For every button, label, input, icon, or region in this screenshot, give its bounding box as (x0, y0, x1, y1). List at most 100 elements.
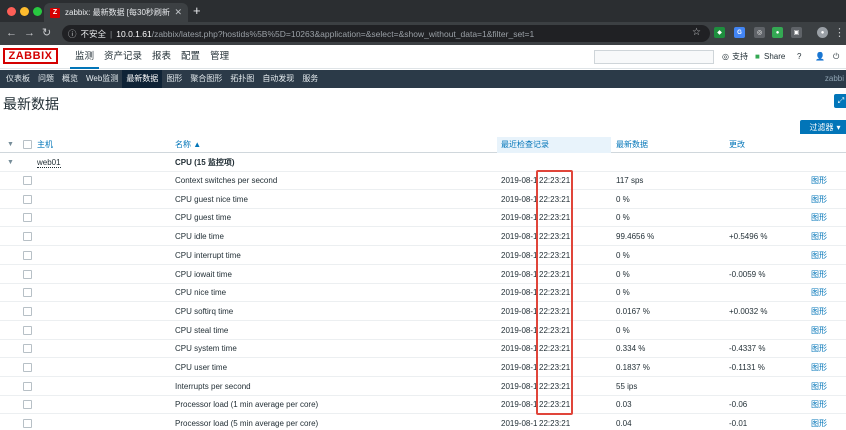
submenu-screens[interactable]: 聚合图形 (186, 70, 226, 88)
graph-link[interactable]: 图形 (811, 191, 827, 209)
maximize-window-button[interactable] (33, 7, 42, 16)
item-name: CPU system time (175, 344, 237, 354)
item-name: CPU interrupt time (175, 250, 241, 260)
close-window-button[interactable] (7, 7, 16, 16)
header-last-value[interactable]: 最新数据 (616, 137, 648, 153)
row-checkbox[interactable] (23, 306, 32, 316)
graph-link[interactable]: 图形 (811, 322, 827, 340)
browser-tab[interactable]: Z zabbix: 最新数据 [每30秒刷新一次] ✕ (44, 3, 188, 22)
profile-avatar-icon[interactable]: ● (817, 27, 828, 38)
row-checkbox[interactable] (23, 325, 32, 335)
bookmark-star-icon[interactable]: ☆ (692, 27, 701, 38)
row-checkbox[interactable] (23, 176, 32, 185)
reload-icon[interactable]: ↻ (42, 26, 51, 40)
row-checkbox[interactable] (23, 250, 32, 260)
header-name[interactable]: 名称 ▲ (175, 137, 201, 153)
row-checkbox[interactable] (23, 400, 32, 410)
row-checkbox[interactable] (23, 269, 32, 279)
submenu-discovery[interactable]: 自动发现 (258, 70, 298, 88)
graph-link[interactable]: 图形 (811, 340, 827, 358)
menu-inventory[interactable]: 资产记录 (99, 45, 147, 69)
table-row: CPU interrupt time 2019-08-1 22:23:21 0 % 图形 (0, 247, 846, 265)
table-row: CPU user time 2019-08-1 22:23:21 0.1837 % -0… (0, 359, 846, 377)
puzzle-extension-icon[interactable]: ▣ (791, 27, 802, 38)
graph-link[interactable]: 图形 (811, 172, 827, 190)
new-tab-icon[interactable]: + (193, 3, 201, 19)
evernote-extension-icon[interactable]: ● (772, 27, 783, 38)
graph-link[interactable]: 图形 (811, 266, 827, 284)
support-link[interactable]: 支持 (732, 50, 748, 64)
row-checkbox[interactable] (23, 213, 32, 223)
graph-link[interactable]: 图形 (811, 378, 827, 396)
row-checkbox[interactable] (23, 288, 32, 298)
graph-link[interactable]: 图形 (811, 209, 827, 227)
select-all-checkbox[interactable] (23, 140, 32, 149)
shield-extension-icon[interactable]: ◆ (714, 27, 725, 38)
graph-link[interactable]: 图形 (811, 284, 827, 302)
collapse-all-icon[interactable]: ▼ (7, 137, 14, 153)
power-icon[interactable]: ⏻ (833, 50, 839, 64)
collapse-group-icon[interactable]: ▼ (7, 154, 14, 172)
tab-close-icon[interactable]: ✕ (174, 7, 182, 18)
row-checkbox[interactable] (23, 363, 32, 372)
table-row: Processor load (1 min average per core) 2… (0, 396, 846, 415)
zabbix-logo[interactable]: ZABBIX (3, 48, 58, 64)
back-arrow-icon[interactable]: ← (6, 26, 17, 40)
submenu-problems[interactable]: 问题 (34, 70, 58, 88)
help-link[interactable]: ? (797, 50, 801, 64)
info-icon[interactable]: ⓘ (68, 28, 77, 40)
host-group-row: ▼ web01 CPU (15 监控项) (0, 154, 846, 172)
share-link[interactable]: Share (764, 50, 785, 64)
submenu-overview[interactable]: 概览 (58, 70, 82, 88)
graph-link[interactable]: 图形 (811, 228, 827, 246)
fullscreen-button[interactable]: ⤢ (834, 94, 846, 108)
header-change[interactable]: 更改 (729, 137, 745, 153)
forward-arrow-icon[interactable]: → (24, 26, 35, 40)
page-title: 最新数据 (3, 96, 59, 112)
browser-menu-icon[interactable]: ⋮ (834, 26, 845, 40)
url-separator: | (110, 28, 113, 39)
menu-monitoring[interactable]: 监测 (70, 45, 100, 69)
row-checkbox[interactable] (23, 232, 32, 242)
graph-link[interactable]: 图形 (811, 415, 827, 430)
host-link[interactable]: web01 (37, 154, 61, 172)
last-check-date: 2019-08-1 (501, 176, 538, 185)
submenu-latest-data[interactable]: 最新数据 (122, 70, 163, 88)
submenu-services[interactable]: 服务 (298, 70, 322, 88)
change-value: +0.5496 % (729, 232, 768, 242)
share-icon[interactable]: ■ (755, 50, 760, 64)
extension-icon[interactable]: ◎ (754, 27, 765, 38)
submenu-graphs[interactable]: 图形 (162, 70, 186, 88)
table-row: Context switches per second 2019-08-1 22:2… (0, 172, 846, 190)
url-field[interactable]: ⓘ 不安全 | 10.0.1.61 /zabbix/latest.php?hos… (62, 25, 710, 42)
row-checkbox[interactable] (23, 194, 32, 204)
row-checkbox[interactable] (23, 344, 32, 354)
filter-tab[interactable]: 过滤器 ▾ (800, 120, 846, 134)
graph-link[interactable]: 图形 (811, 247, 827, 265)
minimize-window-button[interactable] (20, 7, 29, 16)
row-checkbox[interactable] (23, 381, 32, 391)
row-checkbox[interactable] (23, 419, 32, 429)
graph-link[interactable]: 图形 (811, 303, 827, 321)
translate-extension-icon[interactable]: G (734, 27, 745, 38)
graph-link[interactable]: 图形 (811, 359, 827, 377)
last-check-date: 2019-08-1 (501, 400, 538, 410)
item-name: CPU nice time (175, 288, 227, 298)
graph-link[interactable]: 图形 (811, 396, 827, 414)
headset-icon[interactable]: ◎ (722, 50, 729, 64)
submenu-maps[interactable]: 拓扑图 (226, 70, 258, 88)
menu-configuration[interactable]: 配置 (176, 45, 205, 69)
host-name[interactable]: web01 (37, 158, 61, 168)
search-input[interactable] (594, 50, 714, 64)
person-icon[interactable]: 👤 (815, 50, 825, 64)
table-row: Processor load (5 min average per core) 2… (0, 415, 846, 430)
menu-reports[interactable]: 报表 (147, 45, 176, 69)
url-path: /zabbix/latest.php?hostids%5B%5D=10263&a… (151, 28, 535, 39)
submenu-web[interactable]: Web监测 (82, 70, 122, 88)
menu-administration[interactable]: 管理 (205, 45, 234, 69)
header-last-check[interactable]: 最近检查记录 (501, 137, 549, 153)
header-host[interactable]: 主机 (37, 137, 53, 153)
submenu-dashboard[interactable]: 仪表板 (2, 70, 34, 88)
last-check-date: 2019-08-1 (501, 419, 538, 429)
tab-title: zabbix: 最新数据 [每30秒刷新一次] (65, 8, 170, 17)
